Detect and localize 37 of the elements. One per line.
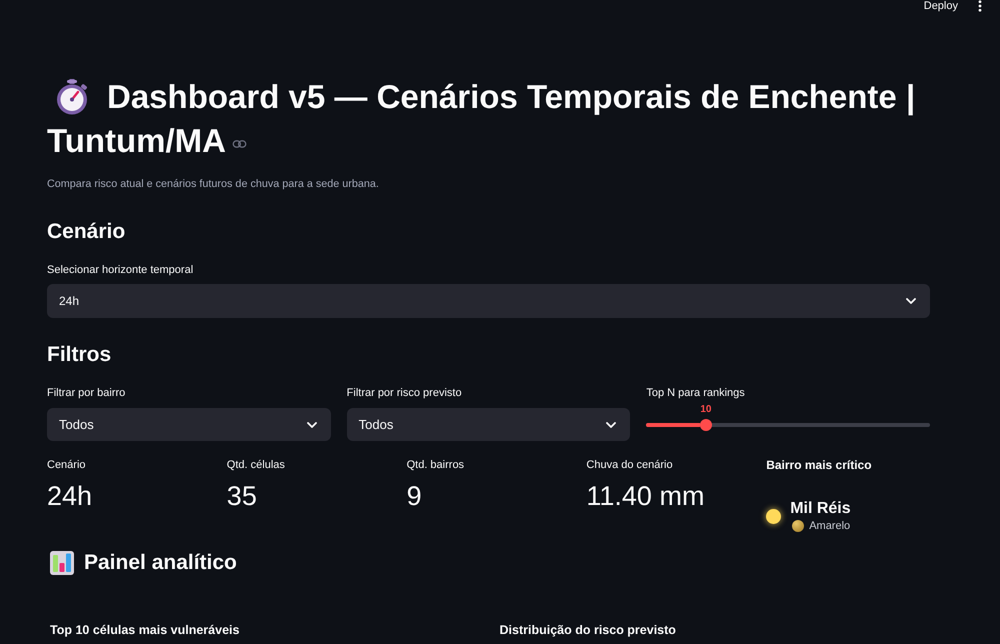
- neighborhood-name: Mil Réis: [790, 499, 851, 519]
- field-label: Selecionar horizonte temporal: [47, 263, 194, 278]
- chevron-down-icon: [306, 422, 317, 428]
- page-title: Dashboard v5 — Cenários Temporais de Enchente |: [107, 77, 916, 118]
- chart-title: Distribuição do risco previsto: [498, 622, 677, 638]
- metric-value: 24h: [47, 480, 94, 513]
- page-subtitle: Compara risco atual e cenários futuros de chuva para a sede urbana.: [47, 177, 380, 192]
- circle-emoji-icon: [792, 520, 804, 532]
- chevron-down-icon: [606, 422, 616, 428]
- more-options-icon[interactable]: [978, 0, 982, 12]
- metric-label: Cenário: [47, 458, 87, 473]
- field-label: Filtrar por risco previsto: [346, 386, 463, 401]
- select-field[interactable]: 24h: [47, 284, 930, 318]
- metric-label: Bairro mais crítico: [766, 457, 873, 473]
- link-icon[interactable]: [232, 140, 248, 148]
- stopwatch-icon: [55, 79, 89, 115]
- page-title: Tuntum/MA: [47, 121, 226, 161]
- metric-label: Chuva do cenário: [586, 458, 674, 473]
- select-field[interactable]: Todos: [47, 408, 331, 441]
- select-field[interactable]: Todos: [346, 408, 630, 441]
- metric-value: 9: [406, 480, 423, 513]
- chart-title: Top 10 células mais vulneráveis: [49, 622, 240, 638]
- slider-value: 10: [700, 404, 712, 416]
- section-heading: Cenário: [47, 219, 126, 245]
- field-label: Top N para rankings: [646, 386, 746, 401]
- bar-chart-icon: [50, 551, 74, 575]
- deploy-button[interactable]: Deploy: [924, 0, 958, 12]
- field-label: Filtrar por bairro: [47, 386, 126, 401]
- slider-handle[interactable]: [700, 418, 712, 430]
- section-heading: Painel analítico: [84, 550, 237, 576]
- metric-value: 35: [226, 480, 258, 513]
- metric-value: 11.40 mm: [586, 480, 706, 513]
- chevron-down-icon: [906, 298, 916, 304]
- metric-label: Qtd. células: [226, 458, 286, 473]
- section-heading: Filtros: [47, 342, 112, 368]
- metric-label: Qtd. bairros: [406, 458, 466, 473]
- risk-level-label: Amarelo: [809, 519, 850, 533]
